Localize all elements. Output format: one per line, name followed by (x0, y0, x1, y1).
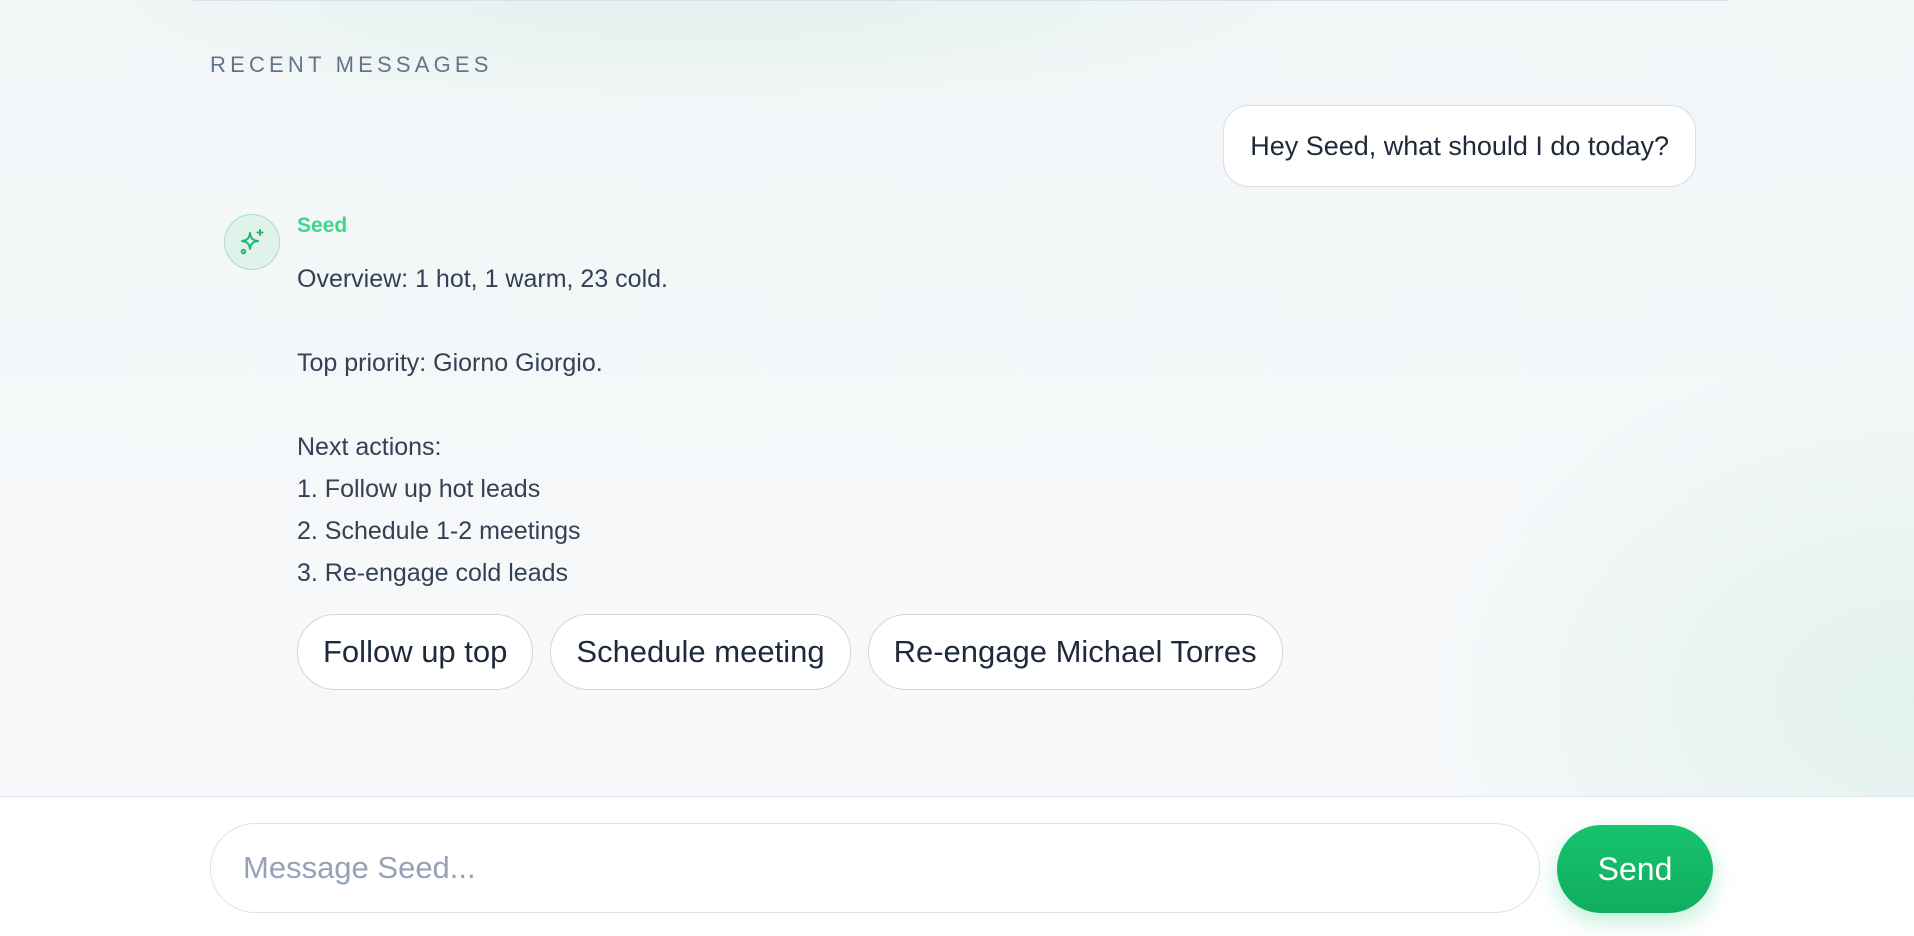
user-message-bubble: Hey Seed, what should I do today? (1223, 105, 1696, 187)
send-button[interactable]: Send (1557, 825, 1713, 913)
sparkle-icon (240, 229, 264, 255)
assistant-name: Seed (297, 214, 348, 237)
quick-action-schedule-meeting[interactable]: Schedule meeting (550, 614, 851, 690)
message-line: Overview: 1 hot, 1 warm, 23 cold. (297, 265, 668, 293)
assistant-avatar (224, 214, 280, 270)
message-composer: Send (0, 796, 1914, 936)
chat-panel[interactable]: RECENT MESSAGES Hey Seed, what should I … (0, 0, 1914, 796)
message-line: Next actions: (297, 433, 442, 461)
message-line: 1. Follow up hot leads (297, 475, 541, 503)
assistant-message-text: Overview: 1 hot, 1 warm, 23 cold. Top pr… (297, 258, 1197, 594)
quick-action-chips: Follow up top Schedule meeting Re-engage… (297, 614, 1283, 690)
section-label: RECENT MESSAGES (210, 52, 493, 77)
line-spacer (297, 300, 1197, 342)
quick-action-follow-up-top[interactable]: Follow up top (297, 614, 534, 690)
line-spacer (297, 384, 1197, 426)
message-line: 2. Schedule 1-2 meetings (297, 517, 581, 545)
message-line: Top priority: Giorno Giorgio. (297, 349, 603, 377)
message-input[interactable] (210, 823, 1540, 913)
quick-action-re-engage[interactable]: Re-engage Michael Torres (867, 614, 1283, 690)
message-line: 3. Re-engage cold leads (297, 559, 569, 587)
